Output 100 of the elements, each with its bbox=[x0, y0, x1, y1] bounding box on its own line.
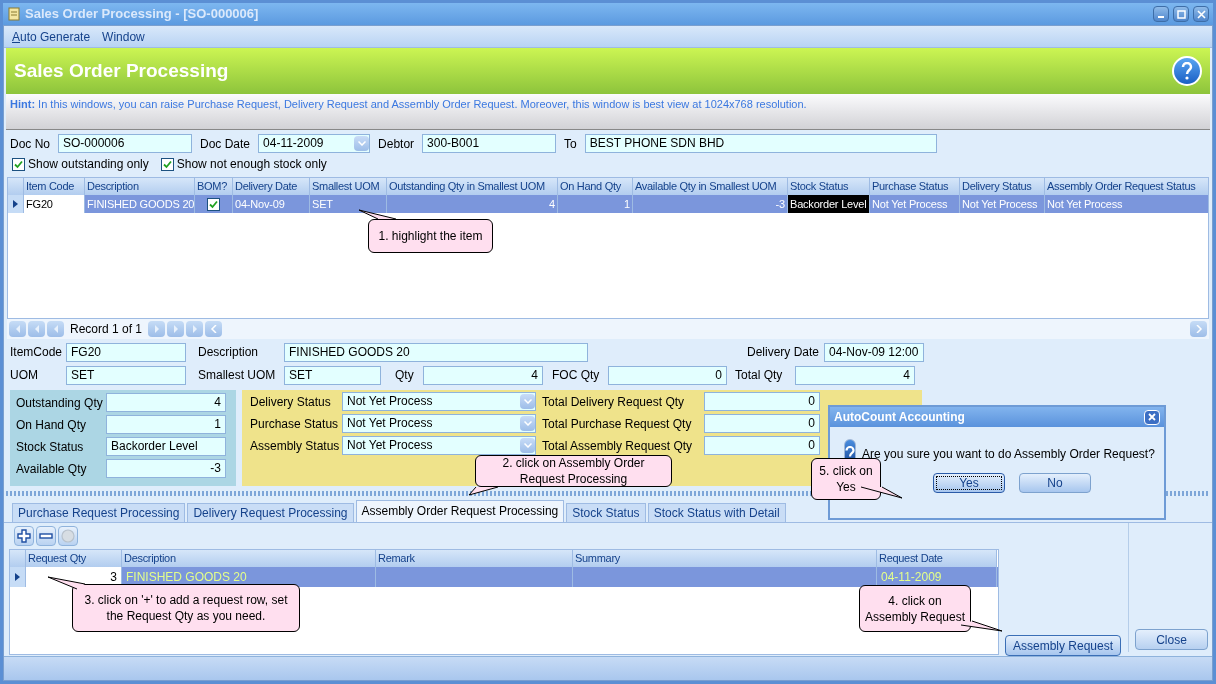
date-field[interactable]: 04-Nov-09 12:00 bbox=[824, 342, 924, 362]
table-cell: FINISHED GOODS 20 bbox=[85, 195, 195, 213]
prev-icon[interactable] bbox=[47, 321, 64, 337]
text-field[interactable]: 1 bbox=[106, 415, 226, 434]
text-field[interactable]: 4 bbox=[423, 365, 543, 385]
field-label: To bbox=[564, 135, 577, 153]
checkbox[interactable] bbox=[12, 157, 25, 171]
column-header[interactable]: Assembly Order Request Status bbox=[1045, 178, 1208, 195]
text-field[interactable]: Backorder Level bbox=[106, 437, 226, 456]
dropdown-field[interactable]: Not Yet Process bbox=[342, 414, 536, 433]
field-label: Outstanding Qty bbox=[16, 394, 104, 412]
field-label: Smallest UOM bbox=[198, 367, 277, 384]
column-header[interactable]: Request Date bbox=[877, 550, 997, 567]
maximize-icon[interactable] bbox=[1173, 6, 1189, 22]
column-header[interactable]: Remark bbox=[376, 550, 573, 567]
column-header[interactable]: Outstanding Qty in Smallest UOM bbox=[387, 178, 558, 195]
record-counter: Record 1 of 1 bbox=[70, 321, 143, 338]
date-field[interactable]: 04-11-2009 bbox=[258, 134, 371, 153]
first-icon[interactable] bbox=[9, 321, 26, 337]
field-label: Total Assembly Request Qty bbox=[542, 437, 694, 455]
field-label: Delivery Status bbox=[250, 393, 332, 411]
tab[interactable]: Purchase Request Processing bbox=[12, 503, 186, 522]
column-header[interactable]: Stock Status bbox=[788, 178, 870, 195]
back-icon[interactable] bbox=[205, 321, 223, 337]
dropdown-field[interactable]: Not Yet Process bbox=[342, 436, 536, 455]
tab[interactable]: Assembly Order Request Processing bbox=[355, 500, 565, 522]
assembly-request-button[interactable]: Assembly Request bbox=[1005, 635, 1121, 656]
hint-text: Hint: In this windows, you can raise Purchase Request, Delivery Request and Assembly Order Request. Moreover, this window is best view at 1024x768 resolution. bbox=[10, 97, 808, 112]
close-button[interactable]: Close bbox=[1135, 629, 1208, 650]
column-header[interactable]: Item Code bbox=[24, 178, 85, 195]
column-header[interactable]: Smallest UOM bbox=[310, 178, 387, 195]
dropdown-arrow-icon[interactable] bbox=[520, 416, 535, 431]
callout-pointer bbox=[468, 486, 500, 496]
table-cell: 04-Nov-09 bbox=[233, 195, 310, 213]
column-header[interactable]: On Hand Qty bbox=[558, 178, 633, 195]
text-field[interactable]: 4 bbox=[795, 365, 915, 385]
scroll-right-icon[interactable] bbox=[1190, 321, 1207, 337]
text-field[interactable]: 0 bbox=[704, 414, 820, 433]
next-page-icon[interactable] bbox=[167, 321, 185, 337]
minus-icon[interactable] bbox=[36, 526, 56, 546]
tab[interactable]: Delivery Request Processing bbox=[187, 503, 354, 522]
next-icon[interactable] bbox=[148, 321, 166, 337]
help-icon[interactable] bbox=[1172, 56, 1202, 86]
checkbox[interactable] bbox=[207, 197, 220, 211]
text-field[interactable]: SET bbox=[284, 365, 381, 385]
text-field[interactable]: 0 bbox=[608, 365, 727, 385]
field-label: Total Delivery Request Qty bbox=[542, 393, 686, 411]
column-header[interactable]: Available Qty in Smallest UOM bbox=[633, 178, 788, 195]
field-label: FOC Qty bbox=[552, 367, 601, 384]
table-cell: 1 bbox=[558, 195, 633, 213]
text-field[interactable]: SO-000006 bbox=[58, 134, 192, 153]
dialog-button[interactable]: Yes bbox=[933, 473, 1005, 493]
text-field[interactable]: SET bbox=[66, 365, 186, 385]
field-label: Description bbox=[198, 344, 260, 361]
tab[interactable]: Stock Status with Detail bbox=[647, 503, 786, 522]
menu-item[interactable]: Window bbox=[102, 27, 145, 46]
checkbox[interactable] bbox=[160, 157, 174, 171]
column-header[interactable]: Description bbox=[122, 550, 376, 567]
column-header[interactable]: BOM? bbox=[195, 178, 233, 195]
text-field[interactable]: FG20 bbox=[66, 342, 186, 362]
table-cell: Not Yet Process bbox=[870, 195, 960, 213]
field-label: Total Purchase Request Qty bbox=[542, 415, 693, 433]
table-cell: 4 bbox=[387, 195, 558, 213]
document-icon bbox=[7, 7, 21, 21]
dropdown-arrow-icon[interactable] bbox=[520, 438, 535, 453]
menu-item[interactable]: Auto Generate bbox=[12, 27, 91, 46]
text-field[interactable]: 4 bbox=[106, 393, 226, 412]
tab[interactable]: Stock Status bbox=[566, 503, 646, 522]
field-label: ItemCode bbox=[10, 344, 64, 361]
field-label: UOM bbox=[10, 367, 39, 384]
field-label: Purchase Status bbox=[250, 415, 340, 433]
text-field[interactable]: 0 bbox=[704, 436, 820, 455]
field-label: Assembly Status bbox=[250, 437, 341, 455]
close-icon[interactable] bbox=[1193, 6, 1209, 22]
prev-page-icon[interactable] bbox=[28, 321, 45, 337]
window-title: Sales Order Processing - [SO-000006] bbox=[25, 5, 259, 24]
last-icon[interactable] bbox=[186, 321, 204, 337]
plus-icon[interactable] bbox=[14, 526, 34, 546]
text-field[interactable]: 300-B001 bbox=[422, 134, 557, 153]
column-header[interactable]: Description bbox=[85, 178, 195, 195]
text-field[interactable]: -3 bbox=[106, 459, 226, 478]
text-field[interactable]: BEST PHONE SDN BHD bbox=[584, 134, 937, 153]
field-label: Delivery Date bbox=[746, 344, 819, 361]
dropdown-arrow-icon[interactable] bbox=[520, 394, 535, 409]
text-field[interactable]: 0 bbox=[704, 392, 820, 411]
column-header[interactable]: Request Qty bbox=[26, 550, 122, 567]
dropdown-arrow-icon[interactable] bbox=[354, 136, 370, 151]
field-label: Total Qty bbox=[735, 367, 784, 384]
field-label: On Hand Qty bbox=[16, 416, 88, 434]
text-field[interactable]: FINISHED GOODS 20 bbox=[284, 342, 588, 362]
column-header[interactable]: Purchase Status bbox=[870, 178, 960, 195]
column-header[interactable]: Delivery Status bbox=[960, 178, 1045, 195]
minimize-icon[interactable] bbox=[1153, 6, 1169, 22]
dialog-title: AutoCount Accounting bbox=[834, 409, 965, 426]
field-label: Show outstanding only bbox=[28, 156, 149, 173]
column-header[interactable]: Summary bbox=[573, 550, 877, 567]
dialog-button[interactable]: No bbox=[1019, 473, 1091, 493]
dropdown-field[interactable]: Not Yet Process bbox=[342, 392, 536, 411]
column-header[interactable]: Delivery Date bbox=[233, 178, 310, 195]
table-cell: Backorder Level bbox=[788, 195, 870, 213]
